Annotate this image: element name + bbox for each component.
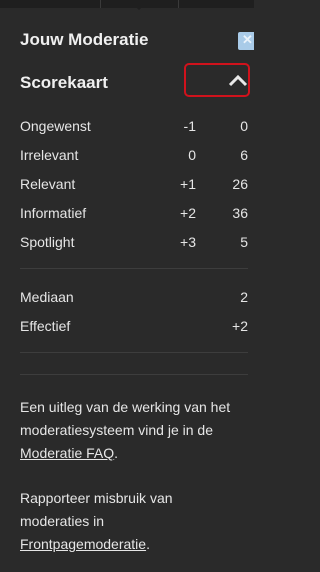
score-label: Ongewenst [20,118,91,134]
scorecard-title: Scorekaart [20,73,108,92]
score-row: Relevant +1 26 [20,176,248,196]
top-nav-strip [0,0,254,8]
report-text-end: . [146,536,150,552]
stat-value: +2 [232,318,248,334]
score-count: 6 [240,147,248,163]
panel-pointer-notch [128,0,150,10]
score-weight: 0 [188,147,196,163]
faq-text-line: Een uitleg van de werking van het [20,399,231,415]
stat-row: Effectief +2 [20,318,248,338]
score-row: Irrelevant 0 6 [20,147,248,167]
score-label: Spotlight [20,234,75,250]
collapse-scorecard-button[interactable] [184,63,250,97]
score-weight: +1 [180,176,196,192]
report-text-line: moderaties in [20,513,105,529]
faq-text-end: . [114,445,119,461]
score-label: Irrelevant [20,147,79,163]
chevron-up-icon [228,75,248,87]
close-icon: ✕ [242,32,253,47]
score-row: Informatief +2 36 [20,205,248,225]
score-count: 26 [232,176,248,192]
score-label: Informatief [20,205,87,221]
divider [20,352,248,353]
stat-row: Mediaan 2 [20,289,248,309]
score-row: Ongewenst -1 0 [20,118,248,138]
score-weight: -1 [183,118,196,134]
score-row: Spotlight +3 5 [20,234,248,254]
moderatie-faq-link[interactable]: Moderatie FAQ [20,445,114,461]
faq-text-line: moderatiesysteem vind je in de [20,422,213,438]
faq-paragraph: Een uitleg van de werking van het modera… [20,396,250,465]
stat-label: Mediaan [20,289,74,305]
score-label: Relevant [20,176,76,192]
nav-separator [100,0,101,8]
stat-value: 2 [240,289,248,305]
stat-label: Effectief [20,318,71,334]
score-count: 5 [240,234,248,250]
close-button[interactable]: ✕ [238,32,254,50]
score-count: 36 [232,205,248,221]
nav-separator [178,0,179,8]
score-weight: +2 [180,205,196,221]
frontpagemoderatie-link[interactable]: Frontpagemoderatie [20,536,146,552]
divider [20,268,248,269]
panel-title: Jouw Moderatie [20,30,149,49]
report-text-line: Rapporteer misbruik van [20,490,173,506]
score-count: 0 [240,118,248,134]
score-weight: +3 [180,234,196,250]
report-paragraph: Rapporteer misbruik van moderaties in Fr… [20,487,250,556]
divider [20,374,248,375]
